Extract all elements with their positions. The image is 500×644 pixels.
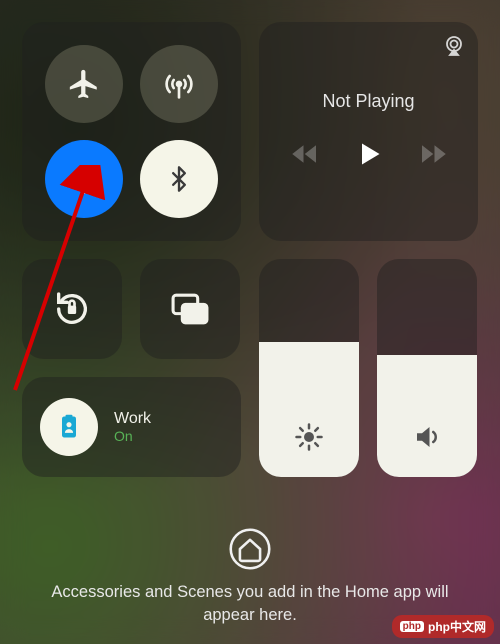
media-module[interactable]: Not Playing xyxy=(259,22,478,241)
media-status: Not Playing xyxy=(322,91,414,112)
id-card-icon xyxy=(55,413,83,441)
forward-icon xyxy=(417,143,447,165)
screen-mirroring-button[interactable] xyxy=(140,259,240,359)
bluetooth-toggle[interactable] xyxy=(140,140,218,218)
home-icon xyxy=(228,527,272,571)
rewind-button[interactable] xyxy=(291,143,321,170)
brightness-slider[interactable] xyxy=(259,259,359,477)
volume-fill xyxy=(377,355,477,477)
volume-icon xyxy=(412,422,442,457)
transport-controls xyxy=(291,140,447,173)
play-icon xyxy=(355,140,383,168)
antenna-icon xyxy=(163,68,195,100)
focus-title: Work xyxy=(114,410,151,428)
brightness-icon xyxy=(294,422,324,457)
fast-forward-button[interactable] xyxy=(417,143,447,170)
focus-badge xyxy=(40,398,98,456)
focus-status: On xyxy=(114,428,151,444)
rewind-icon xyxy=(291,143,321,165)
watermark: php php中文网 xyxy=(392,615,494,638)
control-center: Not Playing xyxy=(0,0,500,499)
airplane-mode-toggle[interactable] xyxy=(45,45,123,123)
cellular-data-toggle[interactable] xyxy=(140,45,218,123)
watermark-text: php中文网 xyxy=(428,618,486,635)
screen-mirroring-icon xyxy=(170,292,210,326)
bluetooth-icon xyxy=(165,165,193,193)
orientation-lock-toggle[interactable] xyxy=(22,259,122,359)
wifi-toggle[interactable] xyxy=(45,140,123,218)
airplane-icon xyxy=(67,67,101,101)
php-badge: php xyxy=(400,621,424,632)
airplay-icon[interactable] xyxy=(442,34,466,63)
wifi-icon xyxy=(67,162,101,196)
play-button[interactable] xyxy=(355,140,383,173)
connectivity-module xyxy=(22,22,241,241)
focus-module[interactable]: Work On xyxy=(22,377,241,477)
orientation-lock-icon xyxy=(52,289,92,329)
volume-slider[interactable] xyxy=(377,259,477,477)
